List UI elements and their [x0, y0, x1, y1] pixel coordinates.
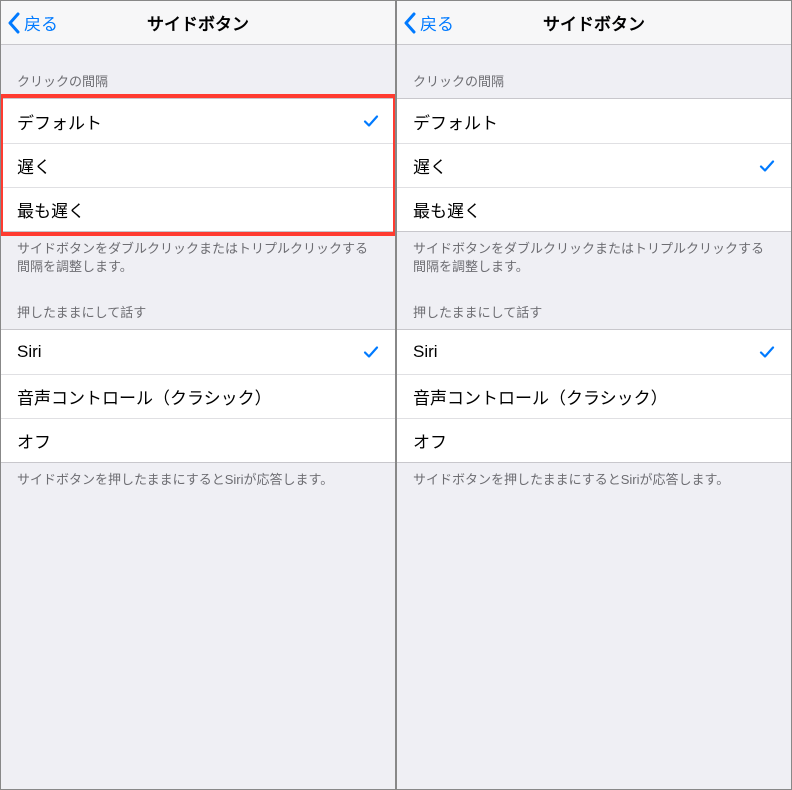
back-label: 戻る [24, 10, 58, 35]
option-label: 遅く [413, 153, 447, 178]
option-slow[interactable]: 遅く [397, 143, 791, 187]
section-footer-click-speed: サイドボタンをダブルクリックまたはトリプルクリックする間隔を調整します。 [397, 232, 791, 276]
page-title: サイドボタン [397, 10, 791, 35]
option-label: Siri [413, 342, 438, 362]
option-label: 音声コントロール（クラシック） [413, 384, 668, 409]
hold-speak-list: Siri 音声コントロール（クラシック） オフ [1, 329, 395, 463]
settings-panel-left: 戻る サイドボタン クリックの間隔 デフォルト 遅く 最も遅く サイドボタンをダ… [0, 0, 396, 790]
option-label: デフォルト [17, 109, 102, 134]
option-slowest[interactable]: 最も遅く [1, 187, 395, 231]
option-label: オフ [17, 428, 51, 453]
option-label: 音声コントロール（クラシック） [17, 384, 272, 409]
section-header-click-speed: クリックの間隔 [1, 45, 395, 98]
option-label: 最も遅く [17, 197, 85, 222]
checkmark-icon [363, 344, 379, 360]
option-default[interactable]: デフォルト [1, 99, 395, 143]
click-speed-list: デフォルト 遅く 最も遅く [397, 98, 791, 232]
section-footer-click-speed: サイドボタンをダブルクリックまたはトリプルクリックする間隔を調整します。 [1, 232, 395, 276]
option-label: デフォルト [413, 109, 498, 134]
chevron-left-icon [7, 12, 20, 34]
section-footer-hold-speak: サイドボタンを押したままにするとSiriが応答します。 [397, 463, 791, 489]
section-header-hold-speak: 押したままにして話す [1, 276, 395, 329]
section-header-click-speed: クリックの間隔 [397, 45, 791, 98]
section-header-hold-speak: 押したままにして話す [397, 276, 791, 329]
option-label: Siri [17, 342, 42, 362]
nav-bar: 戻る サイドボタン [397, 1, 791, 45]
back-button[interactable]: 戻る [1, 10, 58, 35]
option-label: オフ [413, 428, 447, 453]
chevron-left-icon [403, 12, 416, 34]
section-footer-hold-speak: サイドボタンを押したままにするとSiriが応答します。 [1, 463, 395, 489]
option-slow[interactable]: 遅く [1, 143, 395, 187]
checkmark-icon [759, 158, 775, 174]
option-label: 最も遅く [413, 197, 481, 222]
option-slowest[interactable]: 最も遅く [397, 187, 791, 231]
option-label: 遅く [17, 153, 51, 178]
option-siri[interactable]: Siri [1, 330, 395, 374]
option-off[interactable]: オフ [397, 418, 791, 462]
settings-panel-right: 戻る サイドボタン クリックの間隔 デフォルト 遅く 最も遅く サイドボタンをダ… [396, 0, 792, 790]
option-voice-control[interactable]: 音声コントロール（クラシック） [397, 374, 791, 418]
back-label: 戻る [420, 10, 454, 35]
option-voice-control[interactable]: 音声コントロール（クラシック） [1, 374, 395, 418]
hold-speak-list: Siri 音声コントロール（クラシック） オフ [397, 329, 791, 463]
nav-bar: 戻る サイドボタン [1, 1, 395, 45]
option-off[interactable]: オフ [1, 418, 395, 462]
checkmark-icon [363, 113, 379, 129]
click-speed-list: デフォルト 遅く 最も遅く [1, 98, 395, 232]
checkmark-icon [759, 344, 775, 360]
page-title: サイドボタン [1, 10, 395, 35]
back-button[interactable]: 戻る [397, 10, 454, 35]
option-siri[interactable]: Siri [397, 330, 791, 374]
option-default[interactable]: デフォルト [397, 99, 791, 143]
